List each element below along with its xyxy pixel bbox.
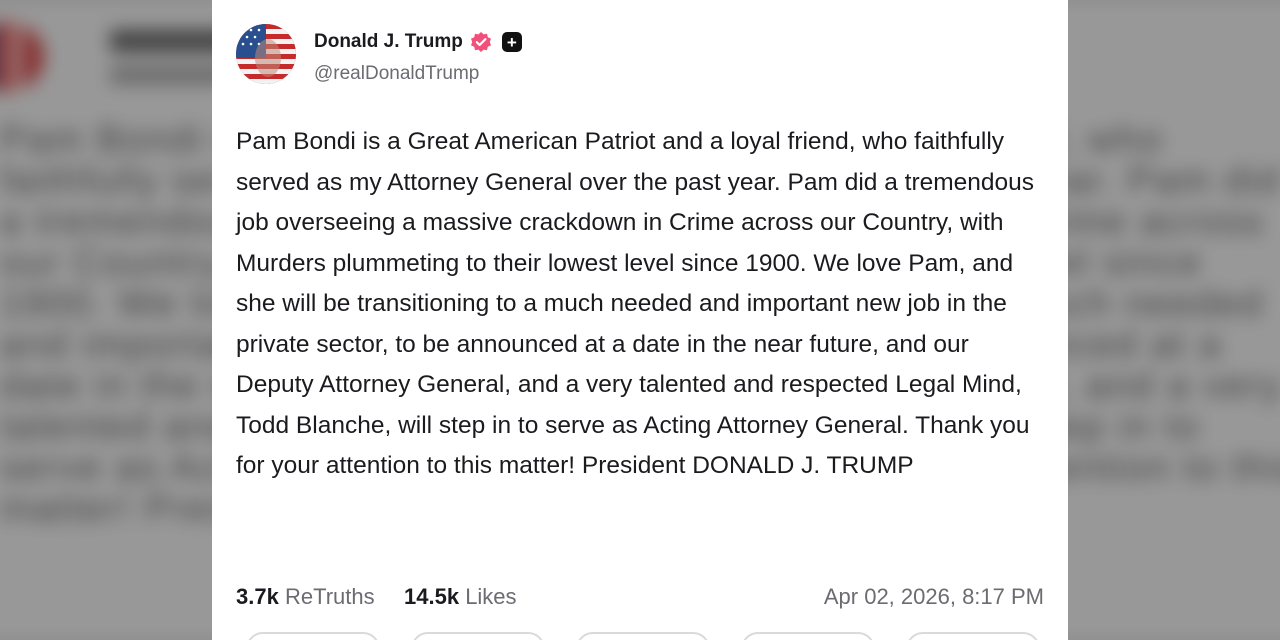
left-shade (0, 0, 212, 640)
retruths-count: 3.7k (236, 584, 279, 609)
author-name[interactable]: Donald J. Trump (314, 31, 463, 53)
retruth-button[interactable] (411, 632, 545, 640)
retruths-stat[interactable]: 3.7k ReTruths (236, 584, 375, 610)
author-name-row: Donald J. Trump + (314, 31, 522, 53)
reply-button[interactable] (246, 632, 380, 640)
post-stats: 3.7k ReTruths 14.5k Likes Apr 02, 2026, … (236, 584, 1044, 614)
verified-badge-icon (470, 31, 492, 53)
post-card: Donald J. Trump + @realDonaldTrump Pam B… (212, 0, 1068, 640)
post-timestamp[interactable]: Apr 02, 2026, 8:17 PM (824, 584, 1044, 610)
more-button[interactable] (906, 632, 1040, 640)
post-text: Pam Bondi is a Great American Patriot an… (236, 128, 1035, 479)
plus-icon: + (501, 32, 522, 52)
post-header: Donald J. Trump + @realDonaldTrump (236, 24, 936, 86)
like-button[interactable] (576, 632, 710, 640)
share-button[interactable] (741, 632, 875, 640)
likes-count: 14.5k (404, 584, 460, 609)
likes-stat[interactable]: 14.5k Likes (404, 584, 517, 610)
right-shade (1068, 0, 1280, 640)
action-bar (236, 632, 1056, 640)
likes-label: Likes (465, 584, 517, 609)
avatar[interactable] (236, 24, 296, 84)
author-handle[interactable]: @realDonaldTrump (314, 63, 479, 85)
flag-avatar-icon (236, 24, 296, 84)
retruths-label: ReTruths (284, 584, 375, 609)
